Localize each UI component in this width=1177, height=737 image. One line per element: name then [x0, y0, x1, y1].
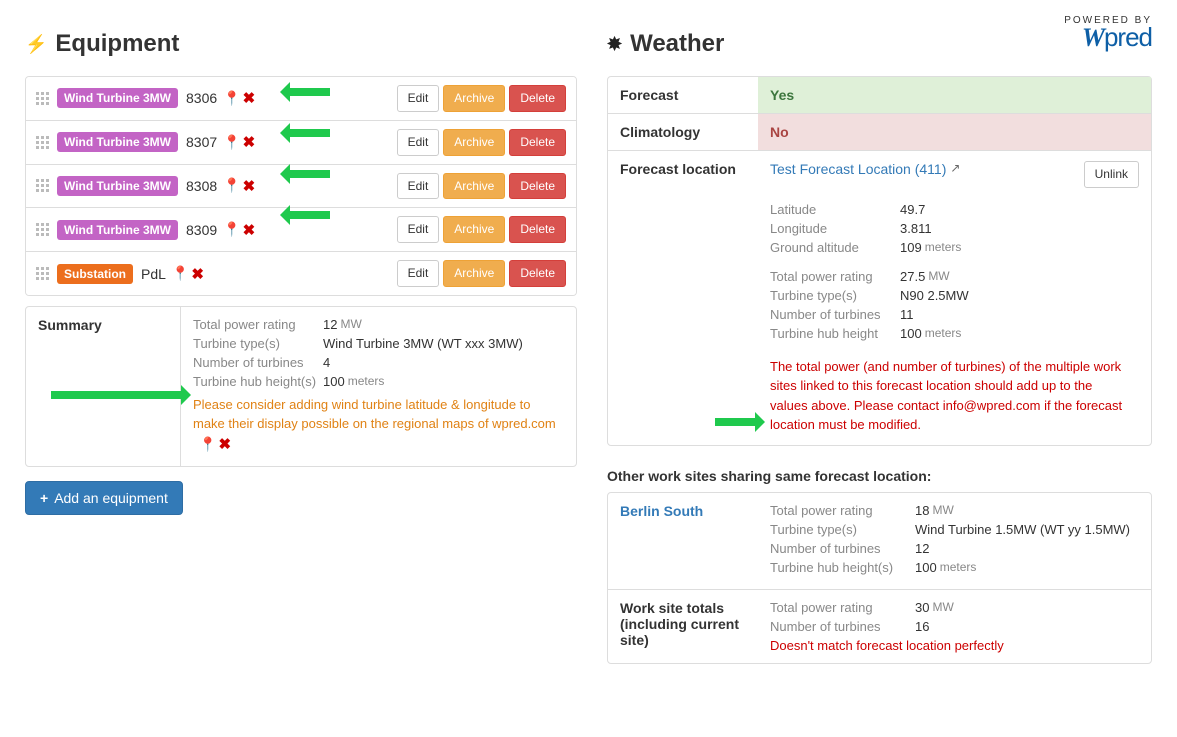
delete-button[interactable]: Delete: [509, 85, 566, 112]
summary-hint: Please consider adding wind turbine lati…: [193, 395, 564, 457]
forecast-location-link[interactable]: Test Forecast Location (411): [770, 161, 946, 177]
equipment-list: Wind Turbine 3MW 8306 📍 ✖ Edit Archive D…: [25, 76, 577, 296]
map-pin-icon: 📍: [223, 221, 240, 238]
equipment-heading: ⚡ Equipment: [25, 30, 577, 58]
archive-button[interactable]: Archive: [443, 129, 505, 156]
no-location-icon: ✖: [243, 133, 256, 151]
no-location-icon: ✖: [218, 436, 231, 453]
equipment-row: Wind Turbine 3MW 8308 📍 ✖ Edit Archive D…: [26, 164, 576, 208]
edit-button[interactable]: Edit: [397, 85, 440, 112]
totals-mismatch-warning: Doesn't match forecast location perfectl…: [770, 638, 1139, 653]
other-sites-panel: Berlin South Total power rating18MW Turb…: [607, 492, 1152, 664]
equipment-code: 8306: [186, 90, 217, 106]
archive-button[interactable]: Archive: [443, 216, 505, 243]
map-pin-icon: 📍: [223, 90, 240, 107]
equipment-code: 8307: [186, 134, 217, 150]
sun-icon: ✸: [607, 34, 622, 55]
drag-handle-icon[interactable]: [36, 179, 49, 192]
summary-panel: Summary Total power rating12MW Turbine t…: [25, 306, 577, 468]
other-site-link[interactable]: Berlin South: [620, 503, 703, 519]
edit-button[interactable]: Edit: [397, 260, 440, 287]
climatology-label: Climatology: [608, 114, 758, 150]
no-location-icon: ✖: [243, 177, 256, 195]
equipment-type-badge: Substation: [57, 264, 133, 284]
equipment-type-badge: Wind Turbine 3MW: [57, 132, 178, 152]
map-pin-icon: 📍: [199, 436, 216, 452]
equipment-row: Wind Turbine 3MW 8309 📍 ✖ Edit Archive D…: [26, 207, 576, 251]
forecast-value: Yes: [758, 77, 1151, 113]
equipment-type-badge: Wind Turbine 3MW: [57, 176, 178, 196]
bolt-icon: ⚡: [25, 34, 47, 55]
no-location-icon: ✖: [243, 89, 256, 107]
drag-handle-icon[interactable]: [36, 267, 49, 280]
weather-table: Forecast Yes Climatology No Forecast loc…: [607, 76, 1152, 446]
forecast-location-label: Forecast location: [608, 151, 758, 445]
delete-button[interactable]: Delete: [509, 216, 566, 243]
no-location-icon: ✖: [191, 265, 204, 283]
equipment-type-badge: Wind Turbine 3MW: [57, 88, 178, 108]
drag-handle-icon[interactable]: [36, 92, 49, 105]
plus-icon: +: [40, 490, 48, 506]
equipment-type-badge: Wind Turbine 3MW: [57, 220, 178, 240]
map-pin-icon: 📍: [172, 265, 189, 282]
archive-button[interactable]: Archive: [443, 85, 505, 112]
archive-button[interactable]: Archive: [443, 173, 505, 200]
other-sites-heading: Other work sites sharing same forecast l…: [607, 468, 1152, 484]
unlink-button[interactable]: Unlink: [1084, 161, 1139, 188]
equipment-row: Wind Turbine 3MW 8306 📍 ✖ Edit Archive D…: [26, 77, 576, 120]
equipment-title-text: Equipment: [55, 30, 179, 58]
delete-button[interactable]: Delete: [509, 260, 566, 287]
weather-heading: ✸ Weather: [607, 30, 1152, 58]
forecast-label: Forecast: [608, 77, 758, 113]
map-pin-icon: 📍: [223, 177, 240, 194]
drag-handle-icon[interactable]: [36, 223, 49, 236]
climatology-value: No: [758, 114, 1151, 150]
add-equipment-button[interactable]: + Add an equipment: [25, 481, 183, 515]
edit-button[interactable]: Edit: [397, 173, 440, 200]
equipment-code: 8309: [186, 222, 217, 238]
map-pin-icon: 📍: [223, 134, 240, 151]
edit-button[interactable]: Edit: [397, 216, 440, 243]
external-link-icon: ↗: [950, 161, 960, 175]
equipment-code: 8308: [186, 178, 217, 194]
summary-label: Summary: [26, 307, 181, 467]
no-location-icon: ✖: [243, 221, 256, 239]
edit-button[interactable]: Edit: [397, 129, 440, 156]
delete-button[interactable]: Delete: [509, 129, 566, 156]
weather-title-text: Weather: [630, 30, 724, 58]
archive-button[interactable]: Archive: [443, 260, 505, 287]
delete-button[interactable]: Delete: [509, 173, 566, 200]
forecast-location-note: The total power (and number of turbines)…: [770, 357, 1130, 435]
equipment-row: Substation PdL 📍 ✖ Edit Archive Delete: [26, 251, 576, 295]
drag-handle-icon[interactable]: [36, 136, 49, 149]
equipment-code: PdL: [141, 266, 166, 282]
equipment-row: Wind Turbine 3MW 8307 📍 ✖ Edit Archive D…: [26, 120, 576, 164]
totals-label: Work site totals (including current site…: [608, 590, 758, 663]
